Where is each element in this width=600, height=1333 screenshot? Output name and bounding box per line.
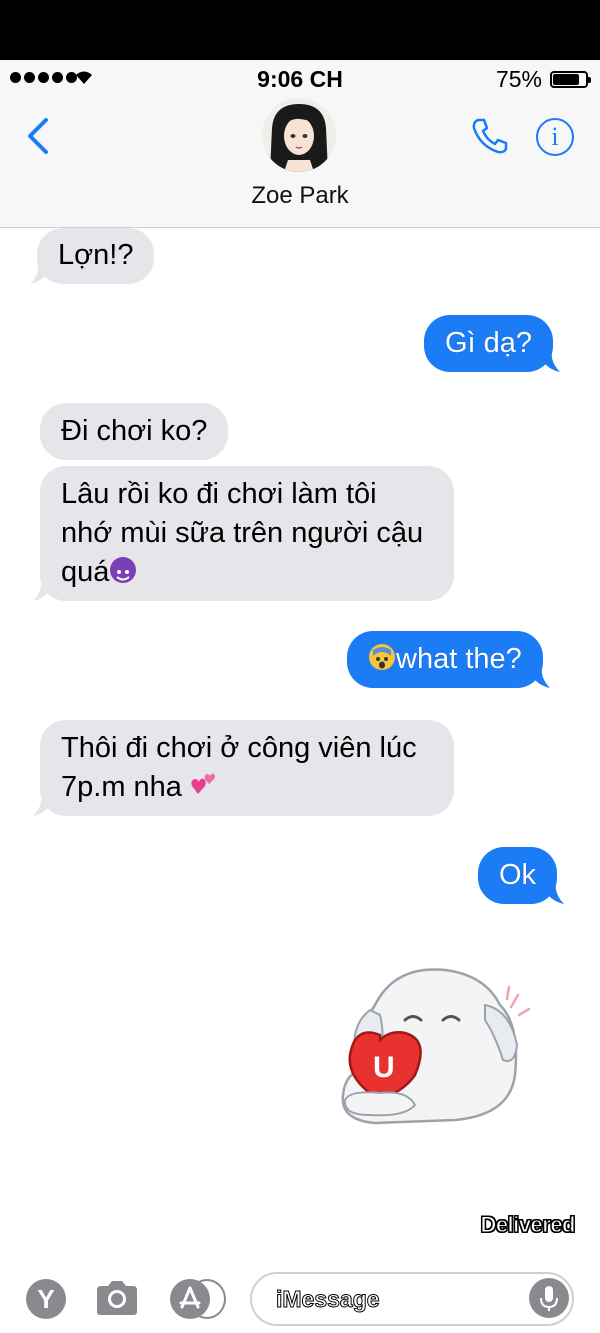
battery-percent: 75% bbox=[495, 66, 542, 92]
message-text-line: quá bbox=[61, 556, 110, 588]
y-app-icon[interactable]: Y bbox=[26, 1279, 66, 1319]
bubble-tail bbox=[527, 666, 550, 688]
message-bubble-outgoing[interactable]: what the? bbox=[347, 631, 550, 688]
message-bubble-outgoing[interactable]: Gì dạ? bbox=[424, 315, 561, 372]
message-bubble-incoming[interactable]: Đi chơi ko? bbox=[40, 403, 229, 460]
message-text-line: Lâu rồi ko đi chơi làm tôi bbox=[61, 478, 377, 510]
sticker-letter: U bbox=[373, 1051, 395, 1084]
bubble-tail bbox=[538, 350, 561, 372]
message-text: Đi chơi ko? bbox=[61, 415, 208, 447]
two-hearts-emoji-icon bbox=[191, 773, 215, 794]
message-bubble-incoming[interactable]: Lâu rồi ko đi chơi làm tôi nhớ mùi sữa t… bbox=[33, 466, 454, 601]
delivered-status: Delivered bbox=[480, 1212, 576, 1238]
top-black-bar bbox=[0, 0, 600, 60]
bubble-tail bbox=[33, 794, 55, 816]
message-text: Lợn!? bbox=[58, 239, 134, 271]
contact-name[interactable]: Zoe Park bbox=[0, 182, 600, 210]
info-icon[interactable]: i bbox=[536, 118, 574, 156]
fearful-face-emoji-icon bbox=[369, 644, 395, 670]
camera-icon[interactable] bbox=[93, 1278, 141, 1318]
bubble-tail bbox=[542, 882, 565, 904]
phone-icon[interactable] bbox=[470, 116, 510, 156]
back-chevron-icon[interactable] bbox=[20, 116, 60, 156]
conversation-header: Zoe Park i bbox=[0, 98, 600, 228]
microphone-icon[interactable] bbox=[529, 1278, 569, 1318]
message-bubble-outgoing[interactable]: Ok bbox=[478, 847, 565, 904]
message-text-line: nhớ mùi sữa trên người cậu bbox=[61, 517, 424, 549]
bubble-tail bbox=[33, 579, 55, 601]
message-bubble-incoming[interactable]: Lợn!? bbox=[30, 228, 155, 284]
message-text: what the? bbox=[396, 643, 522, 675]
message-text: Gì dạ? bbox=[445, 327, 533, 359]
message-text-line: 7p.m nha bbox=[61, 771, 182, 803]
dog-heart-sticker[interactable]: U bbox=[335, 965, 535, 1130]
message-text: Ok bbox=[499, 859, 537, 891]
battery-icon bbox=[550, 71, 591, 88]
message-text-line: Thôi đi chơi ở công viên lúc bbox=[61, 732, 417, 764]
message-composer-bar: Y iMessage bbox=[0, 1266, 600, 1333]
app-store-icon[interactable] bbox=[170, 1279, 210, 1319]
bubble-tail bbox=[30, 262, 52, 284]
status-bar: 9:06 CH 75% bbox=[0, 60, 600, 98]
message-bubble-incoming[interactable]: Thôi đi chơi ở công viên lúc 7p.m nha bbox=[33, 720, 454, 816]
smiling-devil-emoji-icon bbox=[110, 557, 137, 583]
contact-avatar[interactable] bbox=[262, 98, 336, 172]
imessage-input[interactable]: iMessage bbox=[250, 1272, 574, 1326]
